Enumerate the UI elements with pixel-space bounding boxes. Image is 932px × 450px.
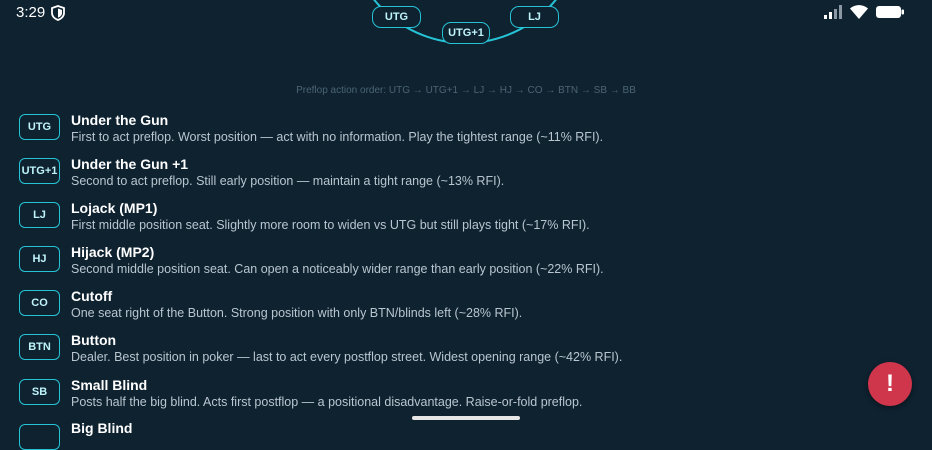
position-row-co[interactable]: CO Cutoff One seat right of the Button. … [19, 288, 839, 328]
seat-chip-utg[interactable]: UTG [372, 6, 421, 28]
position-badge [19, 424, 60, 450]
position-row-hj[interactable]: HJ Hijack (MP2) Second middle position s… [19, 244, 839, 284]
alert-icon: ! [886, 370, 894, 397]
position-badge: HJ [19, 246, 60, 272]
action-order-text: Preflop action order: UTG → UTG+1 → LJ →… [296, 85, 636, 96]
position-badge: BTN [19, 334, 60, 360]
position-title: Under the Gun [71, 112, 169, 128]
position-row-utg1[interactable]: UTG+1 Under the Gun +1 Second to act pre… [19, 156, 839, 196]
position-description: First middle position seat. Slightly mor… [71, 218, 590, 232]
alert-fab-button[interactable]: ! [868, 362, 912, 406]
seat-chip-lj[interactable]: LJ [510, 6, 559, 28]
position-badge: SB [19, 379, 60, 405]
position-description: Posts half the big blind. Acts first pos… [71, 395, 583, 409]
shield-icon [51, 5, 65, 21]
position-row-sb[interactable]: SB Small Blind Posts half the big blind.… [19, 377, 839, 417]
position-description: One seat right of the Button. Strong pos… [71, 306, 523, 320]
position-title: Cutoff [71, 288, 113, 304]
seat-chip-utg1[interactable]: UTG+1 [442, 22, 490, 44]
position-badge: CO [19, 290, 60, 316]
position-row-btn[interactable]: BTN Button Dealer. Best position in poke… [19, 332, 839, 372]
status-icons [824, 5, 904, 24]
position-badge: LJ [19, 202, 60, 228]
position-description: Second middle position seat. Can open a … [71, 262, 604, 276]
position-badge: UTG [19, 114, 60, 140]
wifi-icon [850, 5, 868, 24]
position-description: Dealer. Best position in poker — last to… [71, 350, 623, 364]
home-indicator[interactable] [412, 416, 520, 420]
position-title: Under the Gun +1 [71, 156, 189, 172]
position-row-lj[interactable]: LJ Lojack (MP1) First middle position se… [19, 200, 839, 240]
position-description: First to act preflop. Worst position — a… [71, 130, 604, 144]
status-time: 3:29 [16, 4, 46, 21]
position-description: Second to act preflop. Still early posit… [71, 174, 505, 188]
position-title: Small Blind [71, 377, 148, 393]
position-title: Big Blind [71, 420, 133, 436]
position-title: Hijack (MP2) [71, 244, 155, 260]
position-row-bb[interactable]: Big Blind [19, 420, 839, 450]
battery-icon [876, 5, 904, 24]
position-title: Button [71, 332, 117, 348]
position-row-utg[interactable]: UTG Under the Gun First to act preflop. … [19, 112, 839, 152]
position-title: Lojack (MP1) [71, 200, 158, 216]
position-badge: UTG+1 [19, 158, 60, 184]
signal-icon [824, 5, 842, 24]
